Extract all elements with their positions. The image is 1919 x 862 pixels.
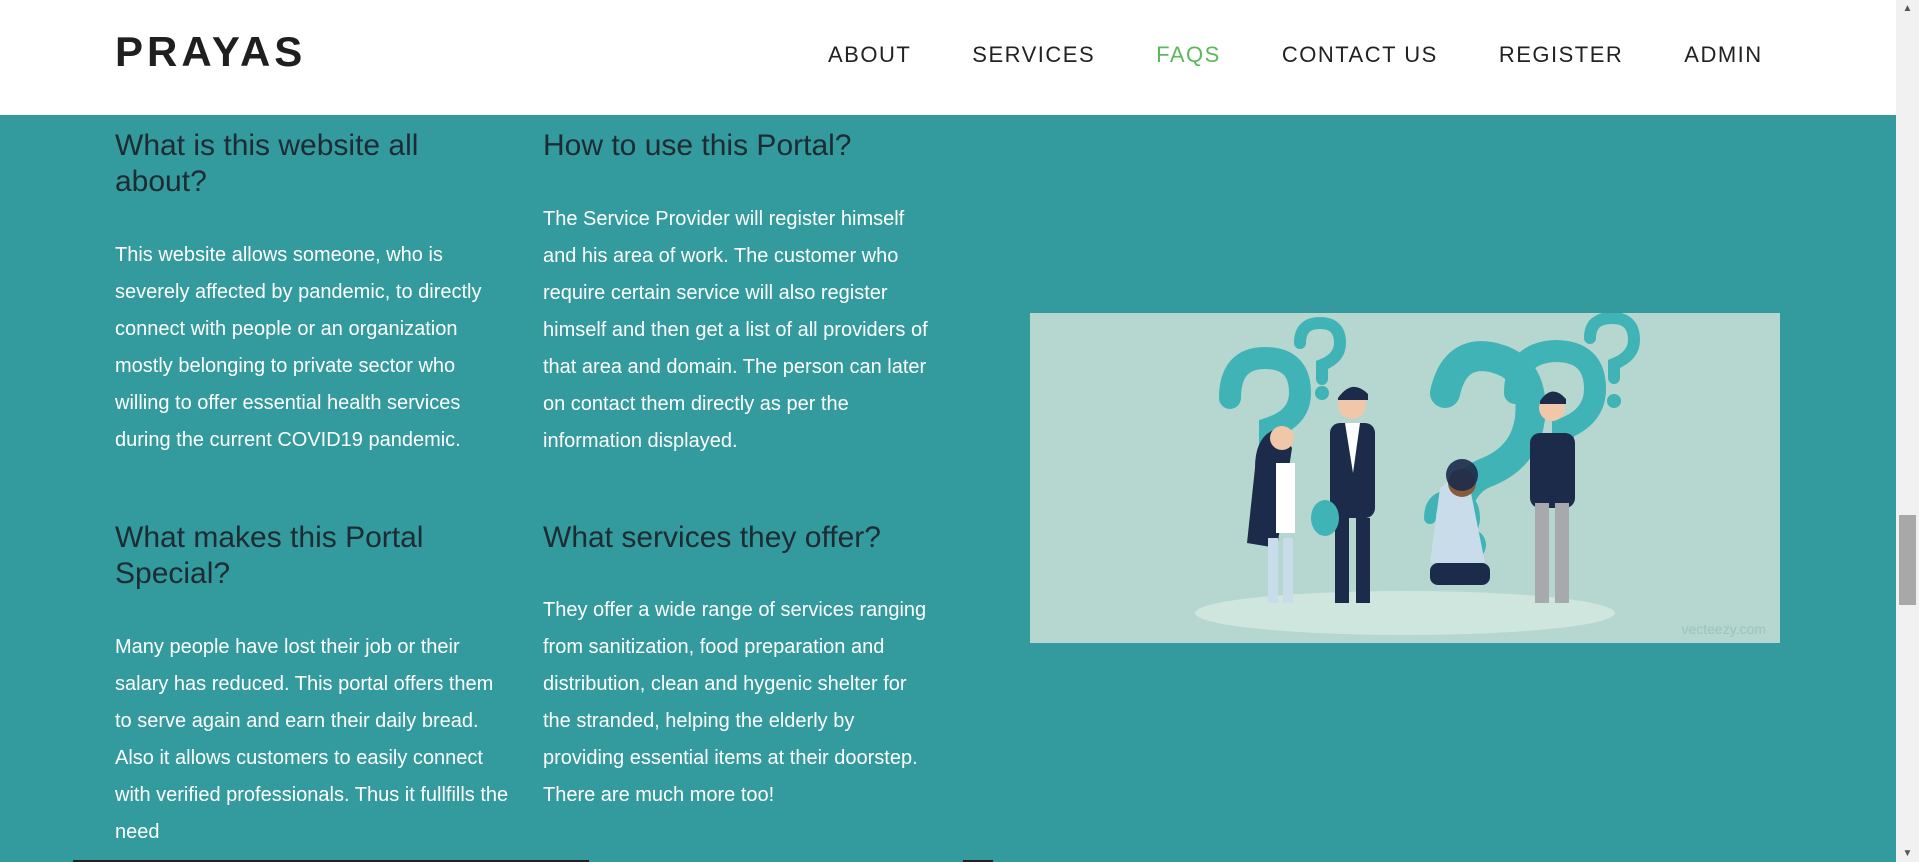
faq-question-how-to-use: How to use this Portal? [543,129,852,162]
nav-faqs[interactable]: FAQS [1156,42,1221,68]
page-scrollbar[interactable]: ▲ ▼ [1896,0,1919,862]
nav-services[interactable]: SERVICES [972,42,1095,68]
faq-answer-special: Many people have lost their job or their… [115,636,509,843]
faq-illustration: vecteezy.com [1030,313,1780,643]
nav-admin[interactable]: ADMIN [1684,42,1762,68]
brand-logo[interactable]: PRAYAS [115,28,306,76]
faq-answer-how-to-use: The Service Provider will register himse… [543,208,928,452]
scroll-up-icon[interactable]: ▲ [1896,0,1919,17]
top-navbar: PRAYAS ABOUT SERVICES FAQS CONTACT US RE… [0,0,1896,115]
faq-question-services: What services they offer? [543,521,881,554]
nav-register[interactable]: REGISTER [1499,42,1623,68]
illustration-watermark: vecteezy.com [1681,621,1766,637]
nav-contact-us[interactable]: CONTACT US [1282,42,1438,68]
nav-about[interactable]: ABOUT [828,42,911,68]
main-nav: ABOUT SERVICES FAQS CONTACT US REGISTER … [828,42,1763,68]
scrollbar-thumb[interactable] [1899,515,1916,605]
faq-question-about: What is this website all about? [115,129,419,198]
faq-question-special: What makes this Portal Special? [115,521,424,590]
page-viewport: PRAYAS ABOUT SERVICES FAQS CONTACT US RE… [0,0,1896,862]
faq-answer-services: They offer a wide range of services rang… [543,599,927,806]
question-people-illustration-icon [1195,313,1641,635]
scroll-down-icon[interactable]: ▼ [1896,845,1919,862]
faq-answer-about: This website allows someone, who is seve… [115,244,482,451]
